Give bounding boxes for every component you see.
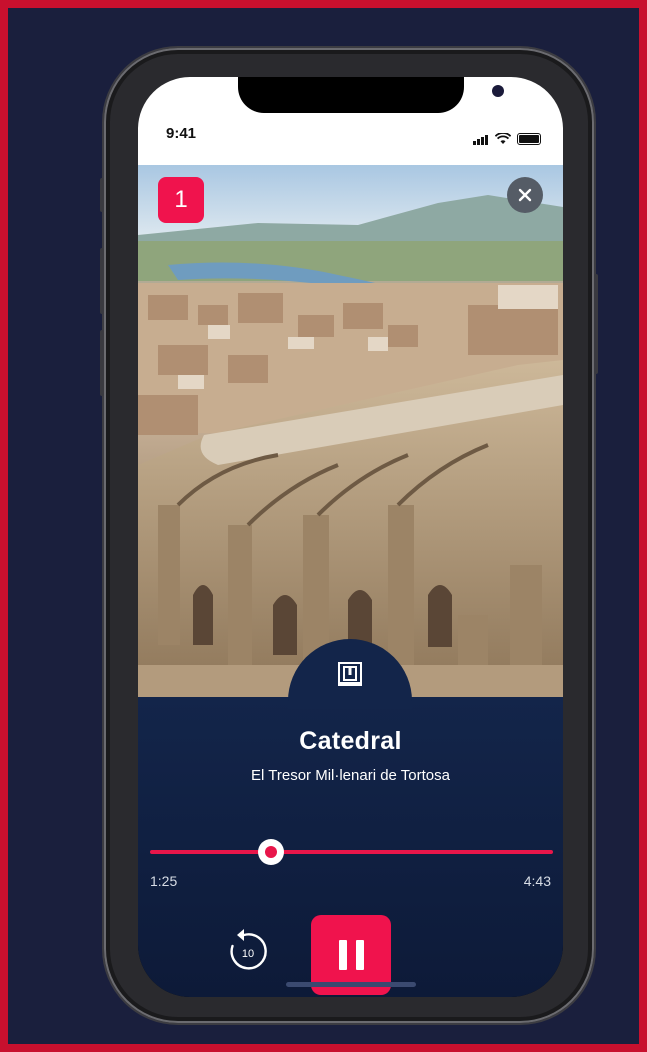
stop-number-badge: 1 bbox=[158, 177, 204, 223]
phone-frame: 9:41 1 Catedral El Tresor Mil·lenari de … bbox=[100, 48, 598, 1023]
volume-up-button bbox=[100, 248, 104, 314]
battery-icon bbox=[517, 133, 541, 145]
volume-down-button bbox=[100, 330, 104, 396]
track-subtitle: El Tresor Mil·lenari de Tortosa bbox=[251, 767, 450, 784]
close-button[interactable] bbox=[507, 177, 543, 213]
power-button bbox=[594, 274, 598, 374]
phone-screen: 9:41 1 Catedral El Tresor Mil·lenari de … bbox=[138, 77, 563, 997]
pause-icon bbox=[338, 940, 347, 970]
museum-icon bbox=[338, 662, 362, 686]
rewind-button[interactable]: 10 bbox=[224, 927, 272, 975]
notch bbox=[238, 77, 504, 113]
signal-icon bbox=[473, 127, 489, 145]
current-time: 1:25 bbox=[150, 873, 178, 889]
presentation-background: 9:41 1 Catedral El Tresor Mil·lenari de … bbox=[8, 8, 639, 1044]
track-title: Catedral bbox=[299, 727, 402, 755]
progress-track[interactable] bbox=[150, 850, 553, 854]
wifi-icon bbox=[495, 133, 511, 144]
total-time: 4:43 bbox=[523, 873, 551, 889]
progress-thumb[interactable] bbox=[257, 839, 284, 865]
close-icon bbox=[518, 188, 532, 202]
status-icons bbox=[473, 127, 541, 145]
mute-switch bbox=[100, 178, 104, 212]
front-camera bbox=[492, 85, 504, 97]
status-time: 9:41 bbox=[166, 125, 197, 142]
rewind-10-icon: 10 bbox=[230, 929, 267, 970]
rewind-seconds: 10 bbox=[242, 948, 254, 960]
cathedral-photo: 1 bbox=[138, 165, 563, 697]
home-indicator bbox=[286, 982, 416, 987]
status-bar: 9:41 bbox=[138, 77, 563, 165]
cathedral-illustration bbox=[138, 165, 563, 697]
